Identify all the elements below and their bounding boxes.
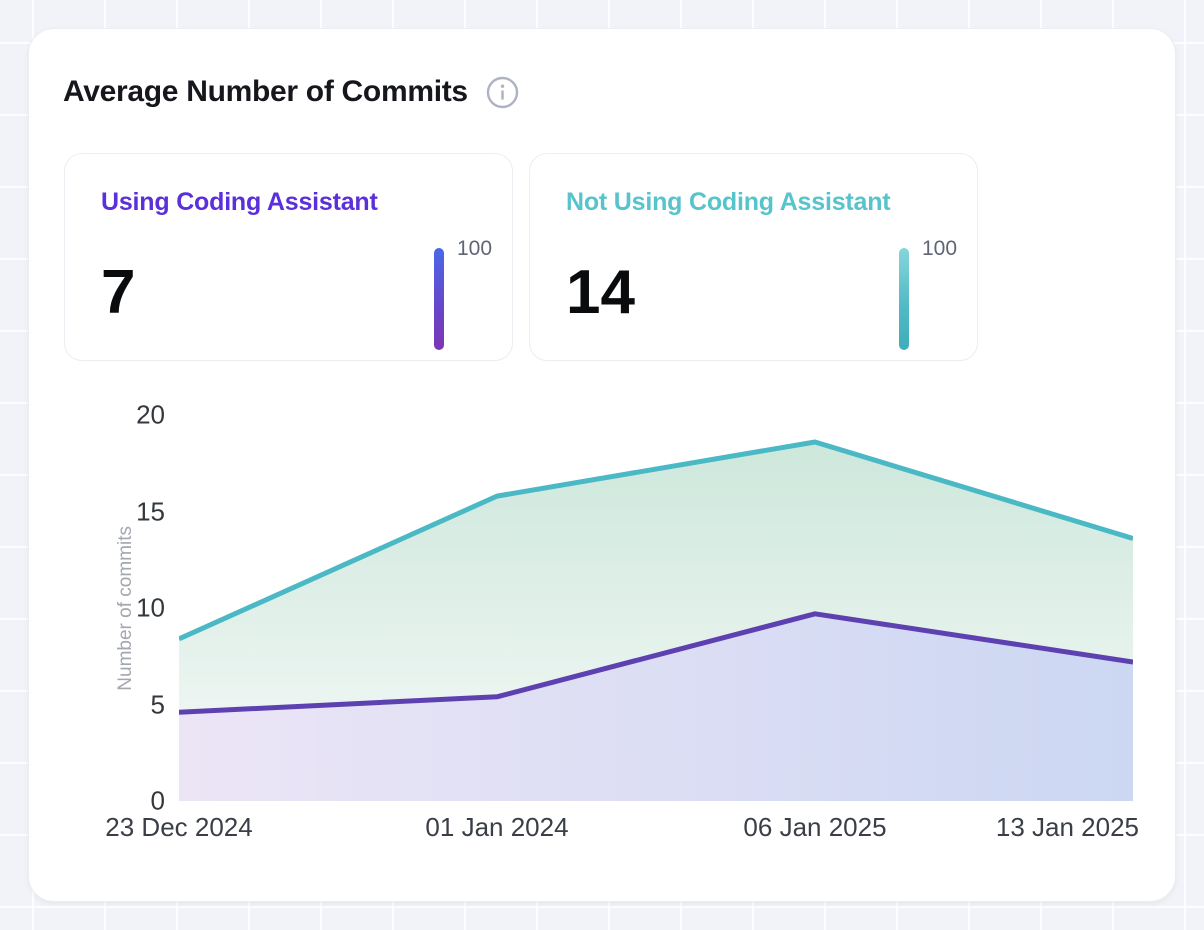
y-tick-label: 15 — [29, 496, 165, 527]
x-tick-label: 13 Jan 2025 — [996, 812, 1139, 843]
commits-area-chart: Number of commits 05101520 23 Dec 202401… — [29, 29, 1175, 901]
y-tick-label: 20 — [29, 400, 165, 431]
y-tick-label: 10 — [29, 593, 165, 624]
x-tick-label: 23 Dec 2024 — [105, 812, 252, 843]
x-tick-label: 06 Jan 2025 — [743, 812, 886, 843]
plot-area — [179, 415, 1133, 801]
x-tick-label: 01 Jan 2024 — [425, 812, 568, 843]
y-tick-label: 5 — [29, 689, 165, 720]
average-commits-card: Average Number of Commits Using Coding A… — [28, 28, 1176, 902]
